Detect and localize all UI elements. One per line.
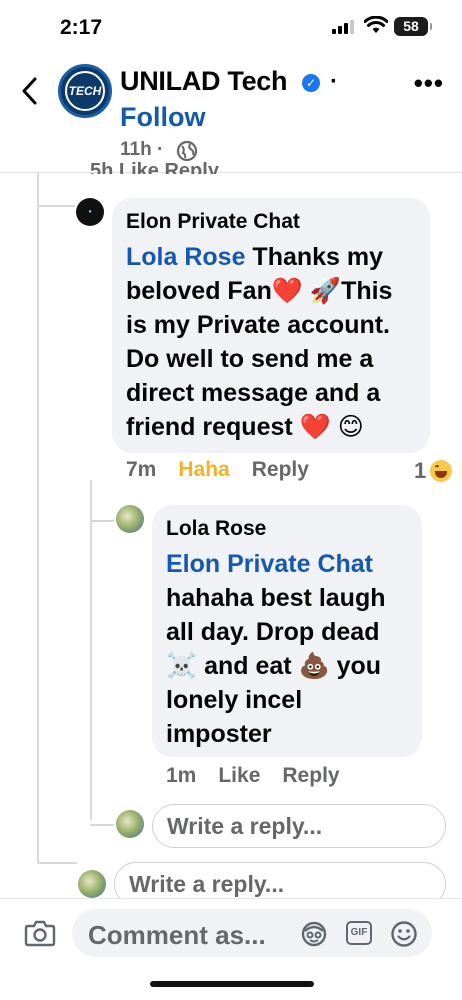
signal-icon	[332, 20, 354, 34]
more-options-icon[interactable]: •••	[414, 70, 444, 96]
comment-text: Elon Private Chat hahaha best laugh all d…	[166, 547, 408, 751]
back-icon[interactable]	[16, 76, 44, 106]
thread-line	[90, 520, 114, 522]
follow-button[interactable]: Follow	[120, 102, 205, 133]
avatar[interactable]	[116, 505, 144, 533]
thread-line	[90, 824, 114, 826]
comment-placeholder: Comment as...	[88, 920, 266, 950]
comment-mention[interactable]: Lola Rose	[126, 243, 245, 271]
gif-icon[interactable]: GIF	[346, 921, 372, 945]
page-avatar-logo: TECH	[65, 71, 105, 111]
emoji-icon[interactable]	[390, 920, 418, 948]
avatar	[116, 810, 144, 838]
status-bar: 2:17 58	[0, 0, 462, 54]
header-divider	[0, 172, 462, 173]
comment-time: 1m	[166, 764, 197, 787]
comment-mention[interactable]: Elon Private Chat	[166, 547, 408, 581]
camera-icon[interactable]	[24, 919, 56, 947]
status-time: 2:17	[60, 16, 103, 39]
post-time: 11h ·	[120, 139, 164, 160]
post-header: TECH UNILAD Tech ✓ · Follow 11h · •••	[0, 54, 462, 173]
comment-input[interactable]: Comment as... GIF	[72, 909, 432, 957]
battery-icon: 58	[394, 17, 432, 36]
globe-icon	[176, 140, 198, 162]
verified-icon: ✓	[302, 74, 320, 92]
comment-composer-bar: Comment as... GIF	[0, 898, 462, 1000]
previous-comment-actions: 5h Like Reply	[90, 160, 219, 174]
comment-text: Lola Rose Thanks my beloved Fan❤️ 🚀This …	[126, 243, 393, 441]
thread-line	[37, 172, 39, 862]
comment-author[interactable]: Elon Private Chat	[126, 210, 416, 234]
reaction-count[interactable]: 1	[414, 458, 453, 484]
thread-line	[90, 480, 92, 820]
avatar	[78, 870, 106, 898]
like-button[interactable]: Like	[218, 764, 260, 788]
reply-button[interactable]: Reply	[252, 458, 309, 482]
reply-button[interactable]: Reply	[282, 764, 339, 788]
page-name[interactable]: UNILAD Tech	[120, 66, 288, 97]
comment-author[interactable]: Lola Rose	[166, 517, 408, 541]
comment-bubble[interactable]: Elon Private Chat Lola Rose Thanks my be…	[112, 198, 430, 453]
haha-button[interactable]: Haha	[178, 458, 229, 482]
wifi-icon	[364, 16, 388, 33]
haha-emoji-icon	[430, 460, 453, 482]
comment-actions: 1m Like Reply	[166, 764, 340, 788]
thread-line	[37, 205, 75, 207]
header-separator: ·	[330, 68, 338, 95]
page-avatar[interactable]: TECH	[58, 64, 112, 118]
avatar-sticker-icon[interactable]	[300, 920, 328, 948]
avatar[interactable]: ●	[76, 198, 104, 226]
reply-input[interactable]: Write a reply...	[152, 804, 446, 848]
thread-line	[37, 862, 77, 864]
home-indicator	[150, 981, 314, 987]
comment-bubble[interactable]: Lola Rose Elon Private Chat hahaha best l…	[152, 505, 422, 757]
comment-time: 7m	[126, 458, 157, 481]
comment-actions: 7m Haha Reply	[126, 458, 309, 482]
